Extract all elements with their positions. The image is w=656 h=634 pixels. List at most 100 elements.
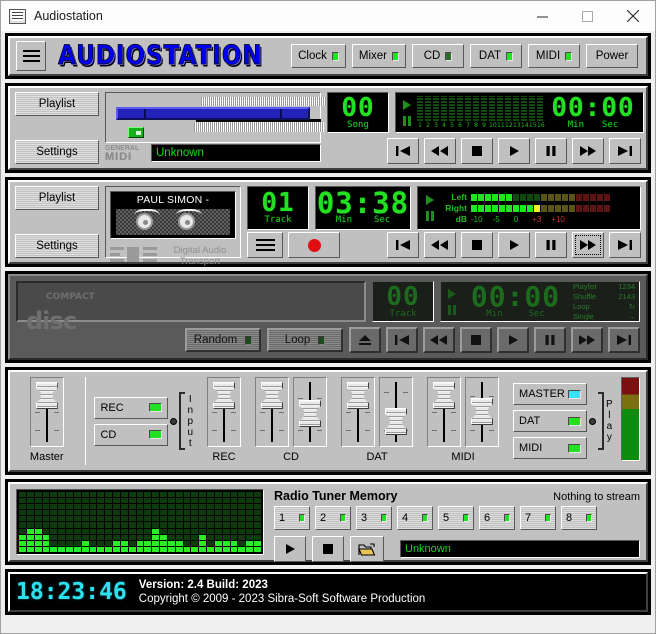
cd-button[interactable]: CD bbox=[412, 44, 464, 68]
dat-playlist-button[interactable]: Playlist bbox=[15, 186, 99, 210]
maximize-button[interactable] bbox=[565, 1, 610, 31]
power-button[interactable]: Power bbox=[586, 44, 638, 68]
slider-thumb[interactable] bbox=[128, 127, 144, 138]
midi-fast-forward-button[interactable] bbox=[572, 138, 604, 164]
spectrum-cell bbox=[120, 546, 128, 552]
fader-knob[interactable] bbox=[385, 408, 408, 435]
midi-fader-right[interactable] bbox=[465, 377, 500, 447]
mixer-panel: Master REC CD I n p u t REC CD DAT MIDI … bbox=[8, 370, 648, 472]
radio-memory-button-1[interactable]: 1 bbox=[274, 506, 310, 530]
fader-knob[interactable] bbox=[347, 382, 370, 409]
spectrum-cell bbox=[113, 510, 120, 516]
close-button[interactable] bbox=[610, 1, 655, 31]
radio-memory-button-8[interactable]: 8 bbox=[561, 506, 597, 530]
cd-prev-track-button[interactable] bbox=[386, 327, 418, 353]
vu-segment bbox=[513, 204, 519, 212]
spectrum-cell bbox=[128, 534, 136, 540]
midi-playlist-button[interactable]: Playlist bbox=[15, 92, 99, 116]
cd-random-button[interactable]: Random bbox=[185, 328, 261, 352]
dat-record-button[interactable] bbox=[288, 232, 340, 258]
dat-settings-button[interactable]: Settings bbox=[15, 234, 99, 258]
midi-rewind-button[interactable] bbox=[424, 138, 456, 164]
menu-icon bbox=[255, 249, 275, 251]
spectrum-cell bbox=[222, 540, 230, 546]
minimize-button[interactable] bbox=[520, 1, 565, 31]
dat-prev-track-button[interactable] bbox=[387, 232, 419, 258]
dat-track-label: Track bbox=[264, 215, 292, 225]
master-fader[interactable] bbox=[29, 377, 64, 447]
cd-play-button[interactable] bbox=[497, 327, 529, 353]
cd-pause-button[interactable] bbox=[534, 327, 566, 353]
radio-memory-button-3[interactable]: 3 bbox=[356, 506, 392, 530]
spectrum-cell bbox=[66, 528, 73, 534]
cd-fader-right[interactable] bbox=[293, 377, 328, 447]
radio-memory-button-5[interactable]: 5 bbox=[438, 506, 474, 530]
dat-menu-button[interactable] bbox=[247, 232, 283, 258]
dat-pause-button[interactable] bbox=[535, 232, 567, 258]
radio-memory-button-4[interactable]: 4 bbox=[397, 506, 433, 530]
spectrum-cell bbox=[58, 504, 66, 510]
db-scale-tick: +10 bbox=[551, 214, 565, 224]
midi-settings-button[interactable]: Settings bbox=[15, 140, 99, 164]
spectrum-cell bbox=[113, 492, 120, 498]
input-rec-toggle[interactable]: REC bbox=[94, 396, 169, 419]
radio-stop-button[interactable] bbox=[312, 536, 344, 562]
midi-fader-left[interactable] bbox=[427, 377, 462, 447]
radio-memory-button-2[interactable]: 2 bbox=[315, 506, 351, 530]
fader-knob[interactable] bbox=[471, 398, 494, 425]
slider-track[interactable] bbox=[116, 107, 310, 120]
spectrum-cell bbox=[183, 504, 191, 510]
play-master-toggle[interactable]: MASTER bbox=[513, 383, 588, 405]
fader-knob[interactable] bbox=[35, 382, 58, 409]
rec-fader-left[interactable] bbox=[207, 377, 242, 447]
midi-play-button[interactable] bbox=[498, 138, 530, 164]
spectrum-cell bbox=[175, 504, 183, 510]
dat-fast-forward-button[interactable] bbox=[572, 232, 604, 258]
fader-knob[interactable] bbox=[299, 400, 322, 427]
cd-next-track-button[interactable] bbox=[608, 327, 640, 353]
hamburger-icon bbox=[22, 60, 40, 62]
cd-rewind-button[interactable] bbox=[423, 327, 455, 353]
radio-memory-button-6[interactable]: 6 bbox=[479, 506, 515, 530]
spectrum-cell bbox=[214, 510, 222, 516]
play-midi-toggle[interactable]: MIDI bbox=[513, 437, 588, 459]
status-panel: 18:23:46 Version: 2.4 Build: 2023 Copyri… bbox=[8, 572, 648, 612]
fader-knob[interactable] bbox=[433, 382, 456, 409]
midi-pause-button[interactable] bbox=[535, 138, 567, 164]
midi-stop-button[interactable] bbox=[461, 138, 493, 164]
spectrum-cell bbox=[105, 516, 113, 522]
vu-segment bbox=[597, 193, 603, 201]
midi-prev-track-button[interactable] bbox=[387, 138, 419, 164]
dat-rewind-button[interactable] bbox=[424, 232, 456, 258]
cd-loop-button[interactable]: Loop bbox=[267, 328, 343, 352]
midi-channel-bar bbox=[441, 96, 447, 121]
spectrum-cell bbox=[19, 546, 26, 552]
midi-position-slider[interactable] bbox=[105, 92, 326, 143]
midi-display-row: 00 Song 1 2 3 4 5 6 7 8 9 10 11 12 13 14 15 16 bbox=[327, 92, 644, 133]
midi-next-track-button[interactable] bbox=[609, 138, 641, 164]
radio-memory-button-7[interactable]: 7 bbox=[520, 506, 556, 530]
cd-stop-button[interactable] bbox=[460, 327, 492, 353]
dat-fader-left[interactable] bbox=[341, 377, 376, 447]
rec-fader-group: REC bbox=[207, 377, 242, 465]
dat-play-button[interactable] bbox=[498, 232, 530, 258]
main-menu-button[interactable] bbox=[16, 41, 46, 71]
dat-button[interactable]: DAT bbox=[470, 44, 522, 68]
mixer-button[interactable]: Mixer bbox=[351, 44, 406, 68]
dat-stop-button[interactable] bbox=[461, 232, 493, 258]
radio-open-button[interactable] bbox=[350, 536, 384, 562]
clock-button[interactable]: Clock bbox=[291, 44, 346, 68]
fader-knob[interactable] bbox=[213, 382, 236, 409]
spectrum-cell bbox=[238, 522, 246, 528]
dat-fader-right[interactable] bbox=[379, 377, 414, 447]
dat-next-track-button[interactable] bbox=[609, 232, 641, 258]
cd-fast-forward-button[interactable] bbox=[571, 327, 603, 353]
midi-button[interactable]: MIDI bbox=[528, 44, 580, 68]
cd-fader-left[interactable] bbox=[255, 377, 290, 447]
play-dat-toggle[interactable]: DAT bbox=[513, 410, 588, 432]
input-cd-toggle[interactable]: CD bbox=[94, 423, 169, 446]
radio-play-button[interactable] bbox=[274, 536, 306, 562]
fader-knob[interactable] bbox=[261, 382, 284, 409]
spectrum-cell bbox=[207, 528, 214, 534]
cd-eject-button[interactable] bbox=[349, 327, 381, 353]
